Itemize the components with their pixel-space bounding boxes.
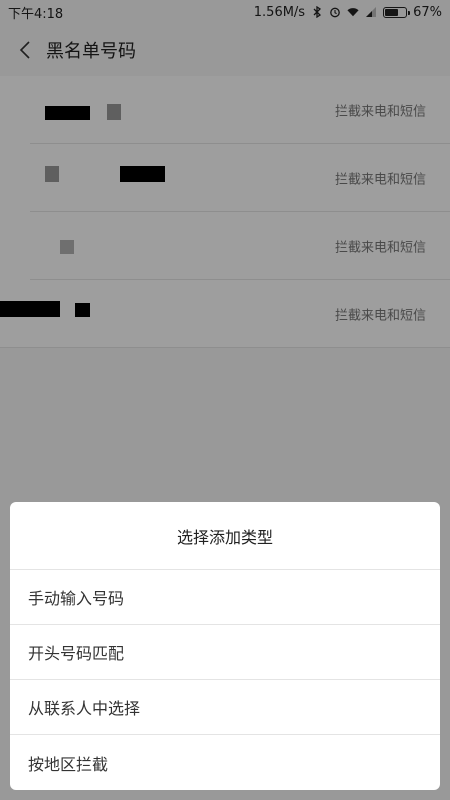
option-from-contacts[interactable]: 从联系人中选择 bbox=[10, 680, 440, 735]
option-manual-input[interactable]: 手动输入号码 bbox=[10, 570, 440, 625]
option-block-by-region[interactable]: 按地区拦截 bbox=[10, 735, 440, 790]
add-type-dialog: 选择添加类型 手动输入号码 开头号码匹配 从联系人中选择 按地区拦截 bbox=[10, 502, 440, 790]
option-prefix-match[interactable]: 开头号码匹配 bbox=[10, 625, 440, 680]
dialog-title: 选择添加类型 bbox=[10, 502, 440, 570]
